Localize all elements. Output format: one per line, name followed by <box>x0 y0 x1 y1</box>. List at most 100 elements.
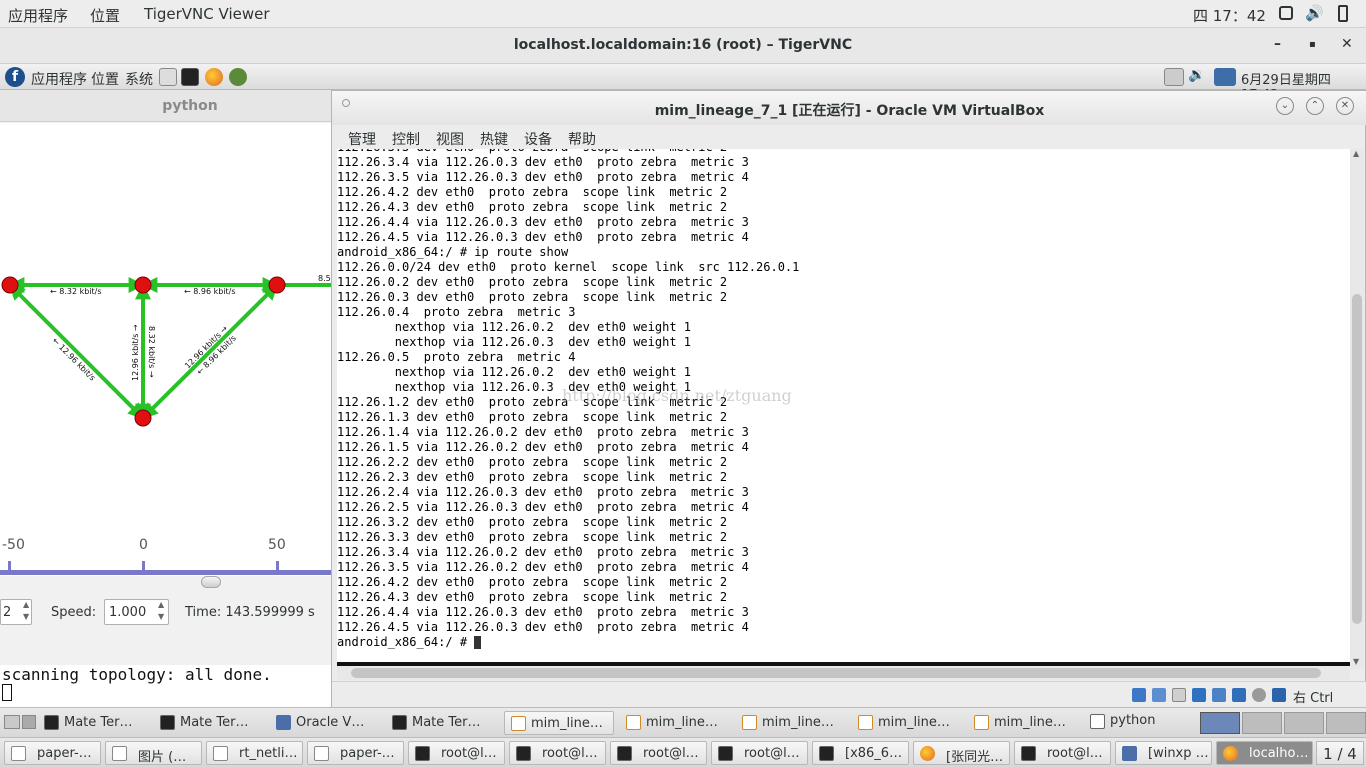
host-places-menu[interactable]: 位置 <box>90 5 120 26</box>
taskbar-item[interactable]: python <box>1084 711 1194 735</box>
workspace-icon[interactable] <box>22 715 36 729</box>
network-adapter-icon[interactable] <box>1192 688 1206 702</box>
shared-folder-icon[interactable] <box>1232 688 1246 702</box>
window-switch-icon[interactable] <box>1279 6 1293 20</box>
taskbar-item[interactable]: paper-… <box>4 741 101 765</box>
vbox-close-button[interactable]: ✕ <box>1336 97 1354 115</box>
speed-spinbox[interactable]: 1.000 ▲ ▼ <box>104 599 169 625</box>
python-window-title: python <box>162 98 218 114</box>
workspace-4[interactable] <box>1326 712 1366 734</box>
battery-icon[interactable] <box>1338 5 1348 22</box>
edge-right-bottom <box>141 283 279 420</box>
taskbar-item[interactable]: root@l… <box>408 741 505 765</box>
node-bottom[interactable] <box>134 409 152 427</box>
scrollbar-thumb[interactable] <box>351 668 1321 678</box>
host-apps-menu[interactable]: 应用程序 <box>8 5 68 26</box>
taskbar-item[interactable]: mim_line… <box>620 711 730 735</box>
taskbar-item[interactable]: root@l… <box>509 741 606 765</box>
menu-control[interactable]: 控制 <box>392 129 420 149</box>
scroll-up-icon[interactable]: ▲ <box>1353 149 1359 158</box>
topology-canvas[interactable]: ← 8.32 kbit/s ← 8.96 kbit/s 8.5 ← 12.96 … <box>0 123 331 553</box>
taskbar-item-label: mim_line… <box>994 715 1066 730</box>
video-capture-icon[interactable] <box>1252 688 1266 702</box>
scrollbar-thumb[interactable] <box>1352 294 1362 624</box>
show-desktop-icon[interactable] <box>4 715 20 729</box>
taskbar-item-label: Mate Ter… <box>412 715 481 730</box>
workspace-3[interactable] <box>1284 712 1324 734</box>
taskbar-item[interactable]: root@l… <box>711 741 808 765</box>
node-right[interactable] <box>268 276 286 294</box>
timeline-slider-handle[interactable] <box>201 576 221 588</box>
taskbar-item[interactable]: Mate Ter… <box>38 711 148 735</box>
taskbar-item[interactable]: root@l… <box>1014 741 1111 765</box>
menu-view[interactable]: 视图 <box>436 129 464 149</box>
taskbar-item[interactable]: mim_line… <box>736 711 846 735</box>
remote-places-menu[interactable]: 位置 <box>91 69 119 89</box>
minimize-button[interactable]: – <box>1274 36 1281 52</box>
menu-devices[interactable]: 设备 <box>524 129 552 149</box>
spin-down-icon[interactable]: ▼ <box>158 612 164 621</box>
taskbar-item[interactable]: Mate Ter… <box>386 711 496 735</box>
spin-down-icon[interactable]: ▼ <box>23 612 29 621</box>
taskbar-item[interactable]: rt_netli… <box>206 741 303 765</box>
floppy-icon[interactable] <box>1172 688 1186 702</box>
scroll-down-icon[interactable]: ▼ <box>1353 657 1359 666</box>
usb-icon[interactable] <box>1212 688 1226 702</box>
mouse-integration-icon[interactable] <box>1272 688 1286 702</box>
remote-system-menu[interactable]: 系统 <box>125 69 153 89</box>
python-titlebar: python <box>0 90 331 122</box>
remote-apps-menu[interactable]: 应用程序 <box>31 69 87 89</box>
taskbar-item[interactable]: Oracle V… <box>270 711 380 735</box>
taskbar-item[interactable]: root@l… <box>610 741 707 765</box>
taskbar-item[interactable]: [张同光… <box>913 741 1010 765</box>
remote-volume-icon[interactable]: 🔉 <box>1188 67 1205 83</box>
vbox-maximize-button[interactable]: ⌃ <box>1306 97 1324 115</box>
terminal-line: 112.26.4.5 via 112.26.0.3 dev eth0 proto… <box>337 230 749 244</box>
hard-disk-icon[interactable] <box>1132 688 1146 702</box>
optical-drive-icon[interactable] <box>1152 688 1166 702</box>
file-manager-icon[interactable] <box>159 68 177 86</box>
host-key-label[interactable]: 右 Ctrl <box>1293 687 1333 706</box>
node-top-center[interactable] <box>134 276 152 294</box>
timeline-track[interactable] <box>0 570 331 575</box>
maximize-button[interactable]: ▪ <box>1309 39 1316 50</box>
spin-up-icon[interactable]: ▲ <box>23 600 29 609</box>
host-clock[interactable]: 四 17：42 <box>1193 5 1266 26</box>
spin-up-icon[interactable]: ▲ <box>158 600 164 609</box>
taskbar-item-label: root@l… <box>441 746 497 761</box>
workspace-1[interactable] <box>1200 712 1240 734</box>
terminal-horizontal-scrollbar[interactable] <box>337 666 1350 680</box>
taskbar-item[interactable]: mim_line… <box>968 711 1078 735</box>
taskbar-item[interactable]: [x86_6… <box>812 741 909 765</box>
taskbar-item[interactable]: 图片 (… <box>105 741 202 765</box>
keyboard-icon[interactable] <box>1164 68 1184 86</box>
terminal-line: nexthop via 112.26.0.2 dev eth0 weight 1 <box>337 365 692 379</box>
taskbar-item[interactable]: [winxp … <box>1115 741 1212 765</box>
network-status-icon[interactable] <box>1214 68 1236 86</box>
workspace-2[interactable] <box>1242 712 1282 734</box>
close-button[interactable]: ✕ <box>1341 36 1353 52</box>
menu-help[interactable]: 帮助 <box>568 129 596 149</box>
workspace-indicator[interactable]: 1 / 4 <box>1316 741 1364 765</box>
taskbar-item[interactable]: paper-… <box>307 741 404 765</box>
guest-terminal[interactable]: 112.26.3.3 dev eth0 proto zebra scope li… <box>337 149 1350 662</box>
terminal-vertical-scrollbar[interactable]: ▲ ▼ <box>1350 149 1364 669</box>
terminal-launcher-icon[interactable] <box>181 68 199 86</box>
firefox-launcher-icon[interactable] <box>205 68 223 86</box>
taskbar-item[interactable]: mim_line… <box>504 711 614 735</box>
workspace-switcher[interactable] <box>1200 712 1366 734</box>
fedora-logo-icon[interactable]: f <box>5 67 25 87</box>
step-spinbox[interactable]: 2 ▲ ▼ <box>0 599 32 625</box>
menu-hotkey[interactable]: 热键 <box>480 129 508 149</box>
terminal-icon <box>392 715 407 730</box>
host-app-name[interactable]: TigerVNC Viewer <box>144 5 270 23</box>
volume-icon[interactable]: 🔊 <box>1305 4 1324 22</box>
taskbar-item-active[interactable]: localho… <box>1216 741 1313 765</box>
menu-machine[interactable]: 管理 <box>348 129 376 149</box>
taskbar-item[interactable]: mim_line… <box>852 711 962 735</box>
vbox-minimize-button[interactable]: ⌄ <box>1276 97 1294 115</box>
node-left[interactable] <box>1 276 19 294</box>
virtualbox-icon <box>511 716 526 731</box>
network-launcher-icon[interactable] <box>229 68 247 86</box>
taskbar-item[interactable]: Mate Ter… <box>154 711 264 735</box>
